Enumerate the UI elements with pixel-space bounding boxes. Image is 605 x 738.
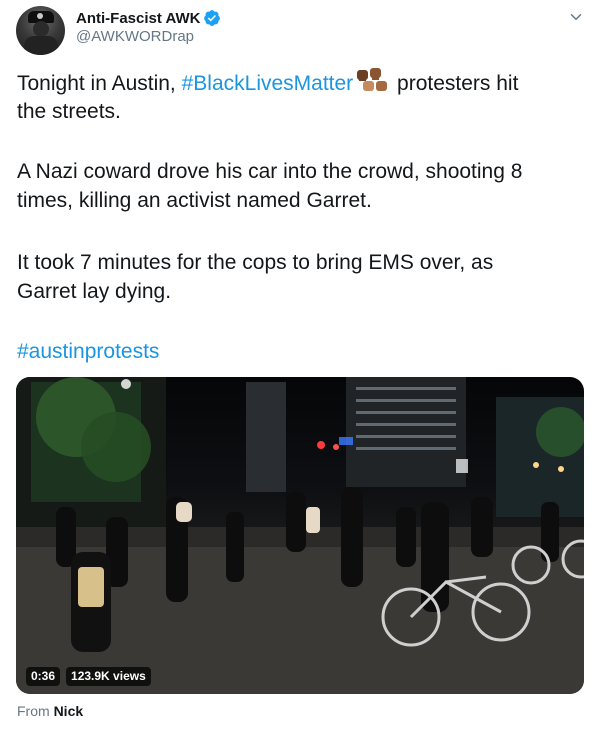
author-name-row[interactable]: Anti-Fascist AWK xyxy=(76,8,221,28)
avatar-face xyxy=(33,21,49,37)
tweet-card: Anti-Fascist AWK @AWKWORDrap Tonight in … xyxy=(0,0,605,738)
avatar-emblem xyxy=(37,13,43,19)
hashtag-link-austinprotests[interactable]: #austinprotests xyxy=(17,337,159,366)
author-handle[interactable]: @AWKWORDrap xyxy=(76,28,194,45)
verified-badge-icon xyxy=(204,10,221,26)
tweet-text-line-5: It took 7 minutes for the cops to bring … xyxy=(17,251,494,274)
video-meta: 0:36 123.9K views xyxy=(26,666,151,686)
video-duration: 0:36 xyxy=(26,666,61,686)
tweet-text-line-4: times, killing an activist named Garret. xyxy=(17,189,372,212)
chevron-down-icon[interactable] xyxy=(567,8,585,26)
tweet-text-segment: protesters hit xyxy=(391,72,519,95)
video-source-prefix: From xyxy=(17,703,50,719)
video-player[interactable]: 0:36 123.9K views xyxy=(16,377,584,694)
video-views: 123.9K views xyxy=(66,666,151,686)
hashtag-link-blacklivesmatter[interactable]: #BlackLivesMatter xyxy=(182,72,354,95)
tweet-text-line-1: Tonight in Austin, #BlackLivesMatter pro… xyxy=(17,68,518,98)
avatar-body xyxy=(24,36,58,55)
tweet-text-line-3: A Nazi coward drove his car into the cro… xyxy=(17,160,523,183)
avatar[interactable] xyxy=(16,6,65,55)
video-thumbnail xyxy=(16,377,584,694)
video-source-name[interactable]: Nick xyxy=(54,703,84,719)
tweet-text-line-2: the streets. xyxy=(17,100,121,123)
tweet-text-segment: Tonight in Austin, xyxy=(17,72,182,95)
video-source: From Nick xyxy=(17,703,83,719)
raised-fists-emoji-icon xyxy=(353,68,391,98)
author-display-name[interactable]: Anti-Fascist AWK xyxy=(76,10,200,27)
tweet-text-line-6: Garret lay dying. xyxy=(17,280,172,303)
